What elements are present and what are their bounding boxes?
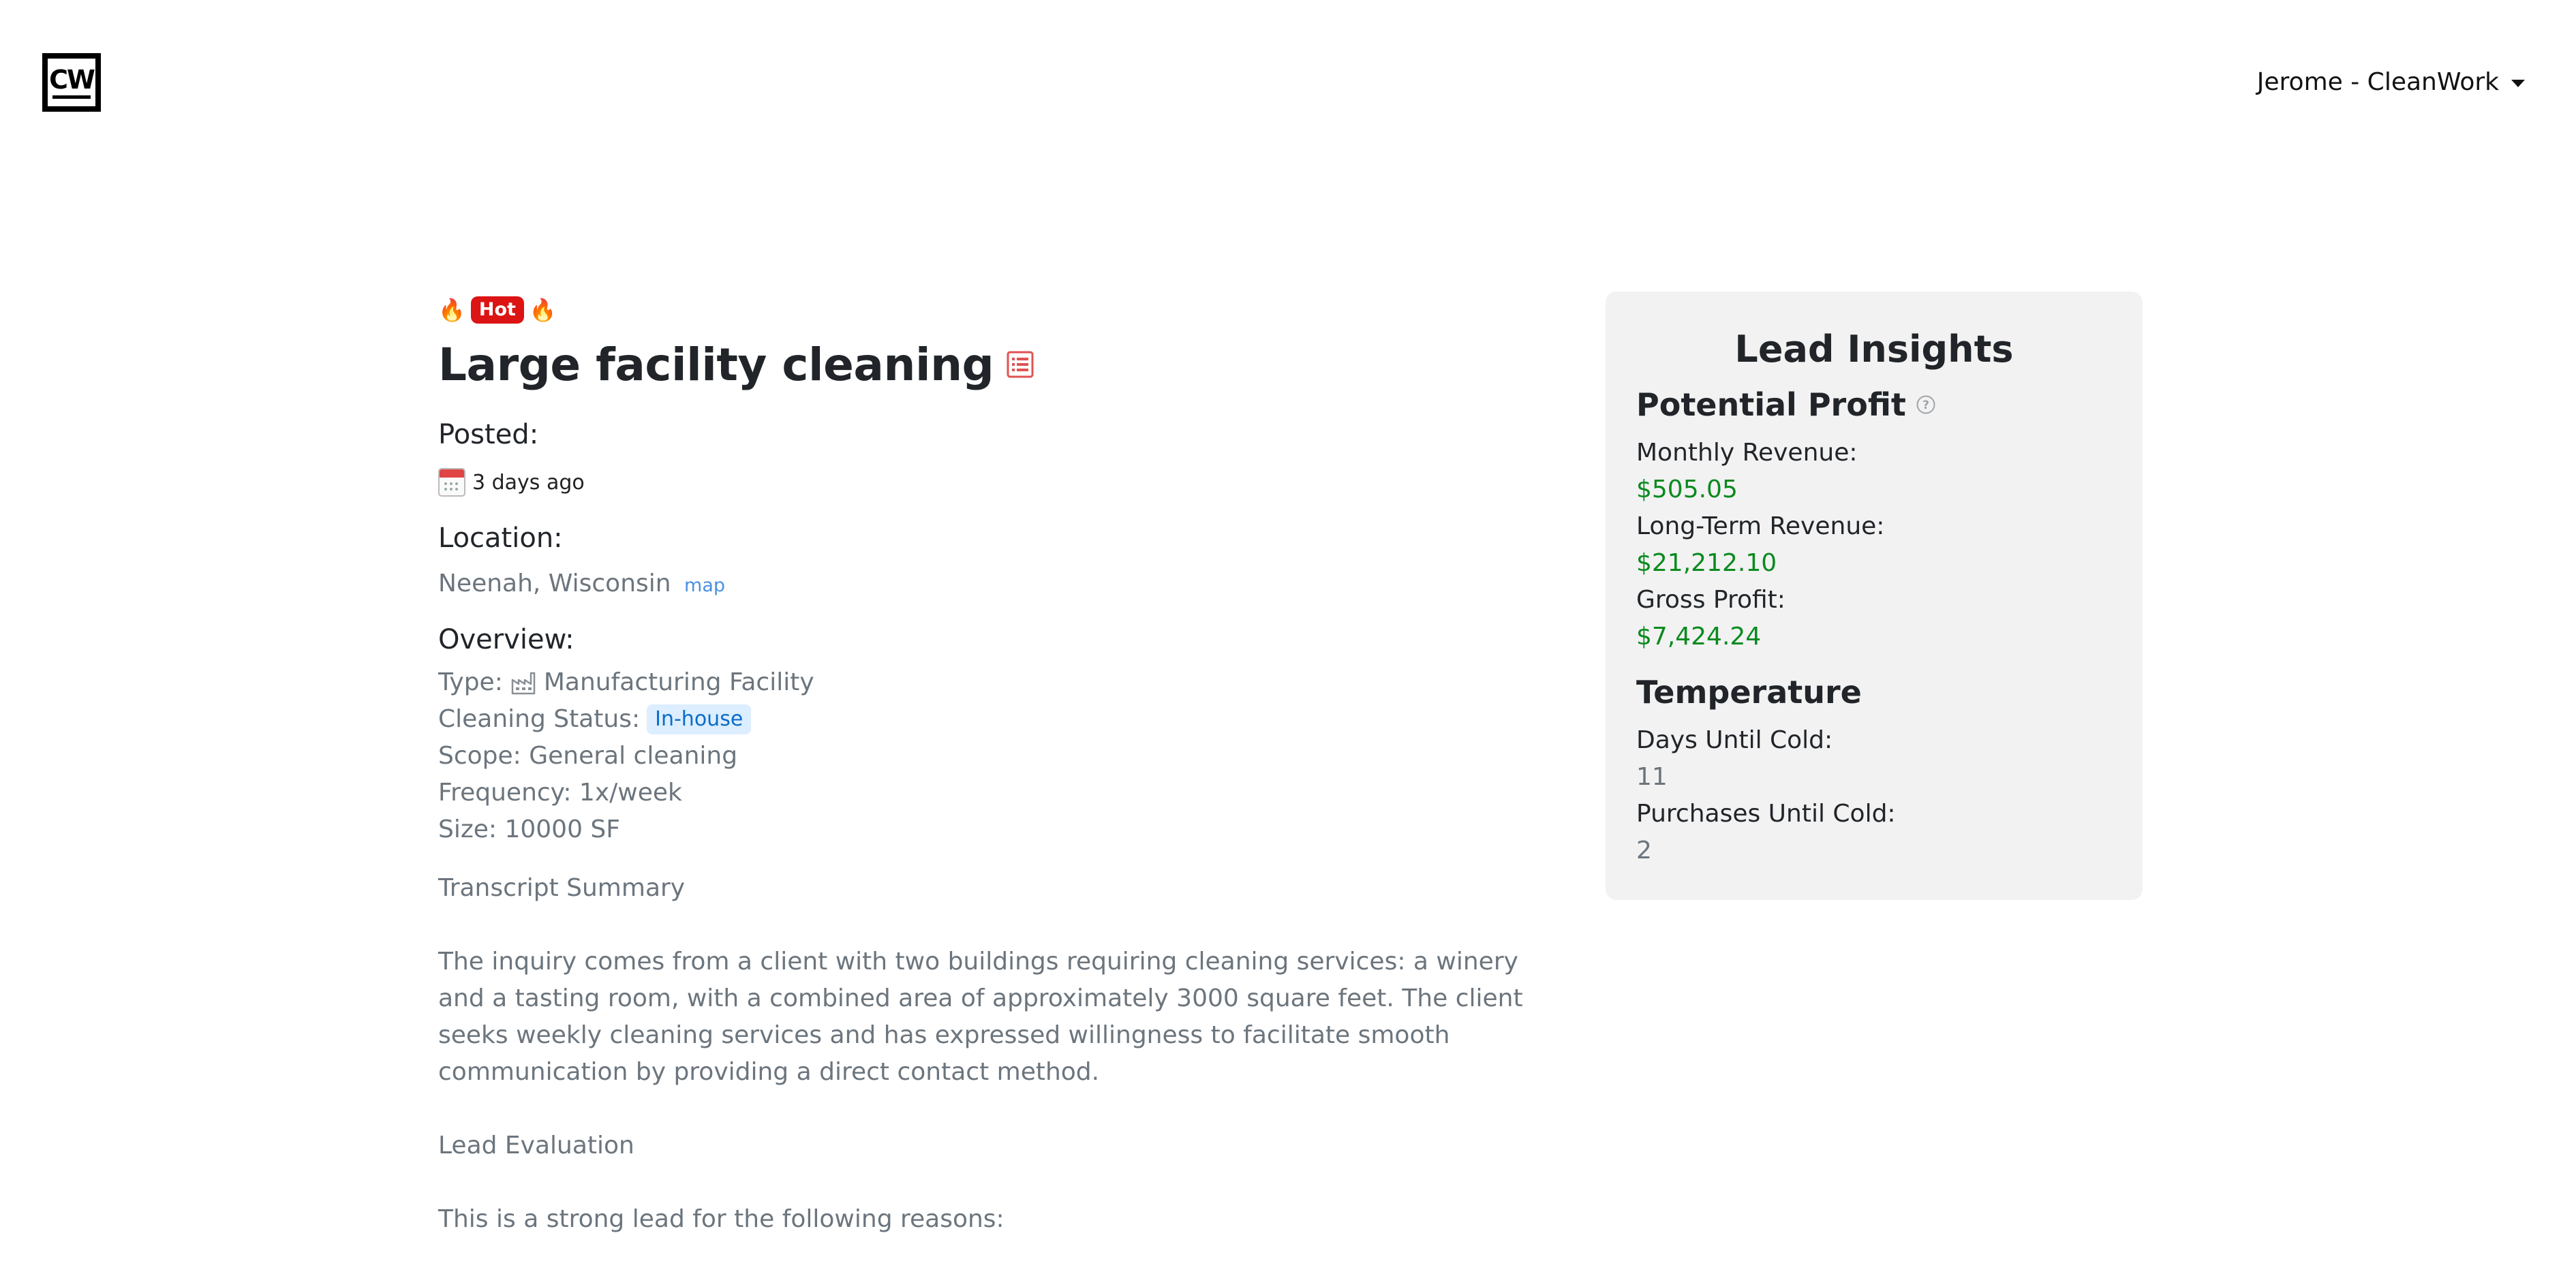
flame-icon: 🔥 bbox=[438, 297, 465, 323]
purchases-until-cold-value: 2 bbox=[1636, 837, 1652, 865]
logo-underline bbox=[52, 95, 91, 99]
long-term-revenue-value: $21,212.10 bbox=[1636, 549, 1777, 577]
location-row: Neenah, Wisconsin map bbox=[438, 565, 1556, 604]
user-menu-label: Jerome - CleanWork bbox=[2256, 68, 2499, 96]
scope-line: Scope: General cleaning bbox=[438, 742, 738, 770]
cw-logo-icon[interactable]: CW bbox=[42, 53, 101, 112]
overview-label: Overview: bbox=[438, 624, 574, 655]
hot-indicator: 🔥 Hot 🔥 bbox=[438, 293, 1556, 327]
help-circle-icon[interactable]: ? bbox=[1916, 394, 1936, 415]
potential-profit-heading: Potential Profit ? bbox=[1636, 383, 2112, 426]
insights-title: Lead Insights bbox=[1734, 328, 2014, 371]
lead-details: 🔥 Hot 🔥 Large facility cleaning Posted: bbox=[438, 293, 1556, 1238]
map-link[interactable]: map bbox=[684, 575, 725, 596]
posted-label: Posted: bbox=[438, 419, 539, 450]
calendar-icon bbox=[438, 468, 465, 497]
gross-profit-value: $7,424.24 bbox=[1636, 623, 1762, 651]
factory-icon bbox=[511, 672, 536, 695]
posted-value: 3 days ago bbox=[472, 470, 585, 495]
days-until-cold-label: Days Until Cold: bbox=[1636, 726, 1833, 754]
svg-text:?: ? bbox=[1922, 399, 1929, 412]
temperature-heading: Temperature bbox=[1636, 674, 1862, 711]
page-title: Large facility cleaning bbox=[438, 338, 994, 391]
caret-down-icon bbox=[2511, 80, 2525, 87]
flame-icon: 🔥 bbox=[529, 297, 557, 323]
cleaning-status-label: Cleaning Status: bbox=[438, 705, 641, 733]
cleaning-status-line: Cleaning Status: In-house bbox=[438, 701, 1556, 738]
evaluation-heading: Lead Evaluation bbox=[438, 1132, 634, 1159]
lead-insights-card: Lead Insights Potential Profit ? Monthly… bbox=[1606, 292, 2143, 900]
purchases-until-cold-label: Purchases Until Cold: bbox=[1636, 800, 1896, 828]
title-row: Large facility cleaning bbox=[438, 334, 1556, 395]
user-menu-dropdown[interactable]: Jerome - CleanWork bbox=[2257, 68, 2525, 96]
transcript-heading: Transcript Summary bbox=[438, 874, 686, 902]
size-line: Size: 10000 SF bbox=[438, 815, 620, 843]
overview-list: Type: Manufacturing Facility Cleaning St… bbox=[438, 664, 1556, 848]
type-line: Type: Manufacturing Facility bbox=[438, 664, 1556, 701]
status-badge: In-house bbox=[647, 704, 752, 734]
monthly-revenue-label: Monthly Revenue: bbox=[1636, 439, 1858, 467]
transcript-body: The inquiry comes from a client with two… bbox=[438, 948, 1523, 1086]
hot-badge: Hot bbox=[470, 296, 524, 324]
evaluation-body: This is a strong lead for the following … bbox=[438, 1205, 1005, 1233]
posted-row: 3 days ago bbox=[438, 466, 1556, 499]
long-term-revenue-label: Long-Term Revenue: bbox=[1636, 512, 1885, 540]
location-value: Neenah, Wisconsin bbox=[438, 570, 671, 597]
type-value: Manufacturing Facility bbox=[543, 668, 814, 696]
type-label: Type: bbox=[438, 668, 503, 696]
gross-profit-label: Gross Profit: bbox=[1636, 586, 1785, 614]
logo-text: CW bbox=[49, 64, 95, 95]
page-root: CW Jerome - CleanWork 🔥 Hot 🔥 Large faci… bbox=[0, 0, 2576, 1261]
monthly-revenue-value: $505.05 bbox=[1636, 476, 1738, 503]
location-label: Location: bbox=[438, 523, 563, 554]
potential-profit-label: Potential Profit bbox=[1636, 386, 1906, 423]
frequency-line: Frequency: 1x/week bbox=[438, 779, 682, 807]
days-until-cold-value: 11 bbox=[1636, 763, 1668, 791]
list-document-icon[interactable] bbox=[1006, 350, 1034, 379]
